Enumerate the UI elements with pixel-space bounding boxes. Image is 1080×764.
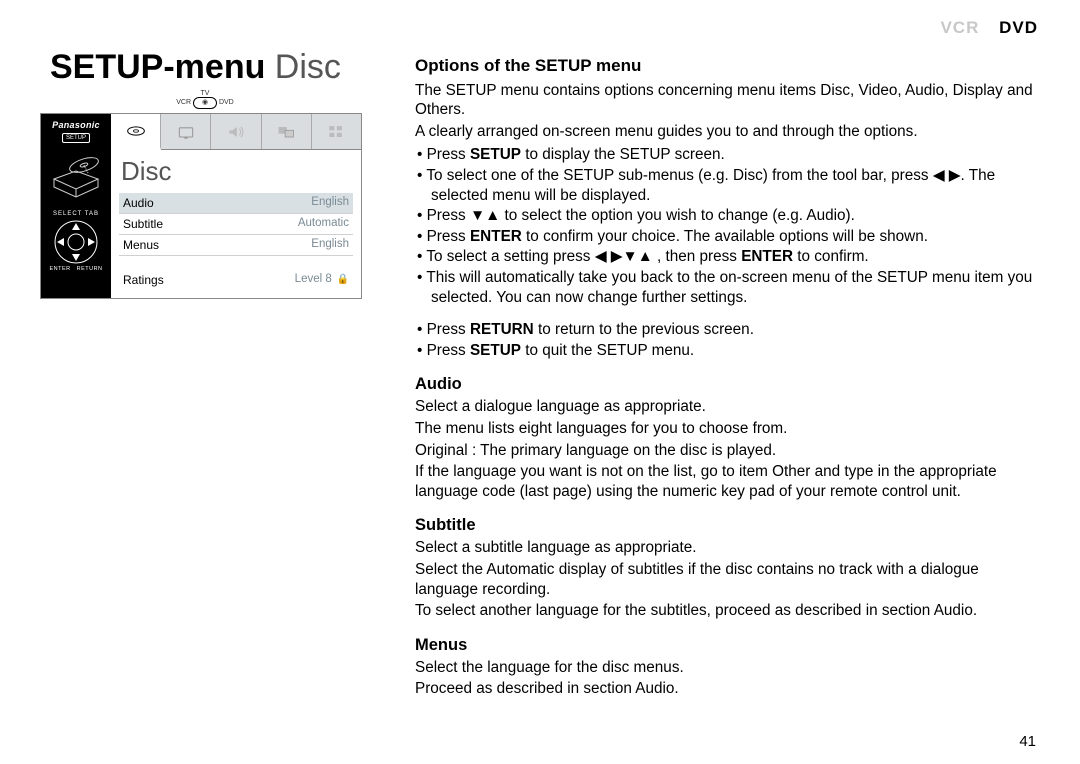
heading-options: Options of the SETUP menu — [415, 55, 1035, 77]
tab-others[interactable] — [312, 114, 361, 149]
list-item: To select one of the SETUP sub-menus (e.… — [417, 166, 1035, 205]
page-number: 41 — [1019, 733, 1036, 750]
lock-icon: 🔒 — [334, 274, 349, 285]
select-tab-label: SELECT TAB — [53, 211, 99, 217]
setup-button-graphic: SETUP — [62, 133, 90, 143]
enter-return-labels: ENTERRETURN — [49, 266, 102, 272]
osd-screenshot: Panasonic SETUP SELECT TAB — [40, 113, 362, 299]
heading-menus: Menus — [415, 635, 1035, 656]
body-text: Options of the SETUP menu The SETUP menu… — [415, 55, 1035, 701]
osd-tabbar — [111, 114, 361, 150]
dvd-tab: DVD — [999, 18, 1038, 37]
tab-display[interactable] — [262, 114, 312, 149]
tv-vcr-dvd-indicator: TV VCR ◉ DVD — [175, 90, 235, 109]
osd-section-title: Disc — [121, 156, 353, 187]
menu-row-ratings[interactable]: Ratings Level 8 🔒 — [119, 270, 353, 290]
brand-logo: Panasonic — [52, 120, 100, 130]
menu-row-subtitle[interactable]: Subtitle Automatic — [119, 214, 353, 235]
list-item: Press SETUP to display the SETUP screen. — [417, 145, 1035, 165]
list-item: To select a setting press ◀ ▶▼▲ , then p… — [417, 247, 1035, 267]
osd-remote-sidebar: Panasonic SETUP SELECT TAB — [41, 114, 111, 298]
disc-tray-icon — [50, 149, 102, 203]
menu-row-audio[interactable]: Audio English — [119, 193, 353, 214]
list-item: Press ENTER to confirm your choice. The … — [417, 227, 1035, 247]
vcr-tab: VCR — [940, 18, 979, 37]
list-item: This will automatically take you back to… — [417, 268, 1035, 307]
tab-audio[interactable] — [211, 114, 261, 149]
mode-tabs: VCR DVD — [940, 18, 1038, 38]
heading-subtitle: Subtitle — [415, 515, 1035, 536]
heading-audio: Audio — [415, 374, 1035, 395]
dpad-icon — [53, 219, 99, 265]
list-item: Press RETURN to return to the previous s… — [417, 320, 1035, 340]
list-item: Press ▼▲ to select the option you wish t… — [417, 206, 1035, 226]
menu-row-menus[interactable]: Menus English — [119, 235, 353, 256]
tab-video[interactable] — [161, 114, 211, 149]
tab-disc[interactable] — [111, 114, 161, 150]
list-item: Press SETUP to quit the SETUP menu. — [417, 341, 1035, 361]
